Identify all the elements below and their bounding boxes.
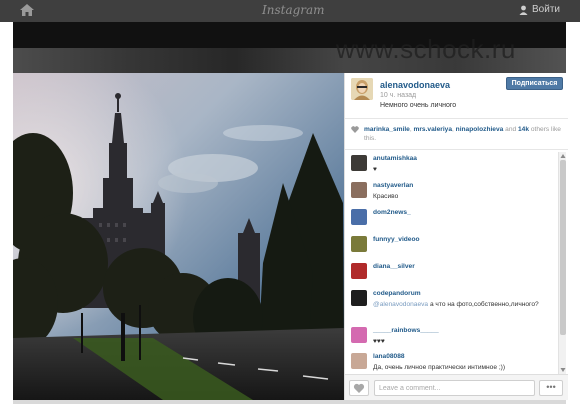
- likes-count[interactable]: 14k: [518, 126, 529, 133]
- comment-text: ♥: [373, 166, 377, 173]
- likes-and: and: [505, 126, 517, 133]
- heart-icon: [353, 383, 365, 393]
- home-icon[interactable]: [19, 3, 35, 17]
- comment-text: ♥♥♥: [373, 338, 385, 345]
- scroll-down-arrow-icon[interactable]: [560, 367, 566, 373]
- commenter-username[interactable]: anutamishkaa: [373, 155, 417, 162]
- commenter-username[interactable]: diana__silver: [373, 263, 415, 270]
- owner-username[interactable]: alenavodonaeva: [380, 80, 450, 90]
- login-label: Войти: [532, 4, 560, 15]
- commenter-username[interactable]: _____rainbows_____: [373, 327, 439, 334]
- owner-avatar[interactable]: [351, 78, 373, 100]
- scroll-up-arrow-icon[interactable]: [560, 153, 566, 159]
- comment-input[interactable]: [374, 380, 535, 396]
- commenter-avatar[interactable]: [351, 155, 367, 171]
- commenter-username[interactable]: lana08088: [373, 353, 405, 360]
- commenter-avatar[interactable]: [351, 327, 367, 343]
- heart-icon: [351, 126, 359, 133]
- comment-text: @alenavodonaeva а что на фото,собственно…: [373, 300, 558, 309]
- login-button[interactable]: Войти: [519, 4, 560, 15]
- comment-item: dom2news_: [345, 206, 560, 232]
- commenter-avatar[interactable]: [351, 353, 367, 369]
- liker-link[interactable]: marinka_smile: [364, 126, 410, 133]
- scrollbar-thumb[interactable]: [560, 160, 566, 335]
- post-photo[interactable]: [13, 73, 344, 400]
- top-navigation-bar: Instagram Войти: [0, 0, 580, 22]
- commenter-username[interactable]: funnyy_videoo: [373, 236, 420, 243]
- comment-item: _____rainbows_____ ♥♥♥: [345, 324, 560, 350]
- commenter-avatar[interactable]: [351, 263, 367, 279]
- likers-text: marinka_smile, mrs.valeriya, ninapolozhi…: [364, 126, 561, 142]
- commenter-avatar[interactable]: [351, 209, 367, 225]
- commenter-username[interactable]: codepandorum: [373, 290, 421, 297]
- commenter-avatar[interactable]: [351, 182, 367, 198]
- more-options-button[interactable]: •••: [539, 380, 563, 396]
- comment-text: Да, очень личное практически интимное ;)…: [373, 364, 506, 371]
- comments-list: anutamishkaa ♥ nastyaverlan Красиво dom2…: [345, 152, 568, 374]
- comment-mention[interactable]: @alenavodonaeva: [373, 301, 428, 308]
- lightbox-shadow: [13, 400, 566, 404]
- watermark: www.schock.ru: [336, 34, 516, 64]
- commenter-username[interactable]: nastyaverlan: [373, 182, 413, 189]
- comment-item: funnyy_videoo: [345, 233, 560, 259]
- like-button[interactable]: [349, 380, 369, 396]
- liker-link[interactable]: ninapolozhieva: [456, 126, 504, 133]
- post-timestamp: 10 ч. назад: [380, 92, 417, 99]
- comment-body: а что на фото,собственно,личного?: [429, 301, 539, 308]
- user-icon: [519, 5, 528, 15]
- comment-text: Красиво: [373, 193, 399, 200]
- comment-bar: •••: [345, 374, 568, 400]
- comment-item: anutamishkaa ♥: [345, 152, 560, 178]
- follow-button[interactable]: Подписаться: [506, 77, 563, 90]
- post-caption: Немного очень личного: [380, 102, 457, 109]
- brand-logo[interactable]: Instagram: [262, 3, 325, 17]
- post-header: alenavodonaeva 10 ч. назад Немного очень…: [345, 73, 568, 119]
- comment-item: diana__silver: [345, 260, 560, 286]
- comment-item: codepandorum @alenavodonaeva а что на фо…: [345, 287, 560, 324]
- comment-item: nastyaverlan Красиво: [345, 179, 560, 205]
- comments-scrollbar[interactable]: [558, 152, 566, 374]
- comment-item: lana08088 Да, очень личное практически и…: [345, 350, 560, 374]
- likes-summary: marinka_smile, mrs.valeriya, ninapolozhi…: [345, 120, 568, 150]
- post-details-panel: alenavodonaeva 10 ч. назад Немного очень…: [344, 73, 568, 400]
- liker-link[interactable]: mrs.valeriya: [414, 126, 453, 133]
- commenter-avatar[interactable]: [351, 290, 367, 306]
- commenter-avatar[interactable]: [351, 236, 367, 252]
- commenter-username[interactable]: dom2news_: [373, 209, 411, 216]
